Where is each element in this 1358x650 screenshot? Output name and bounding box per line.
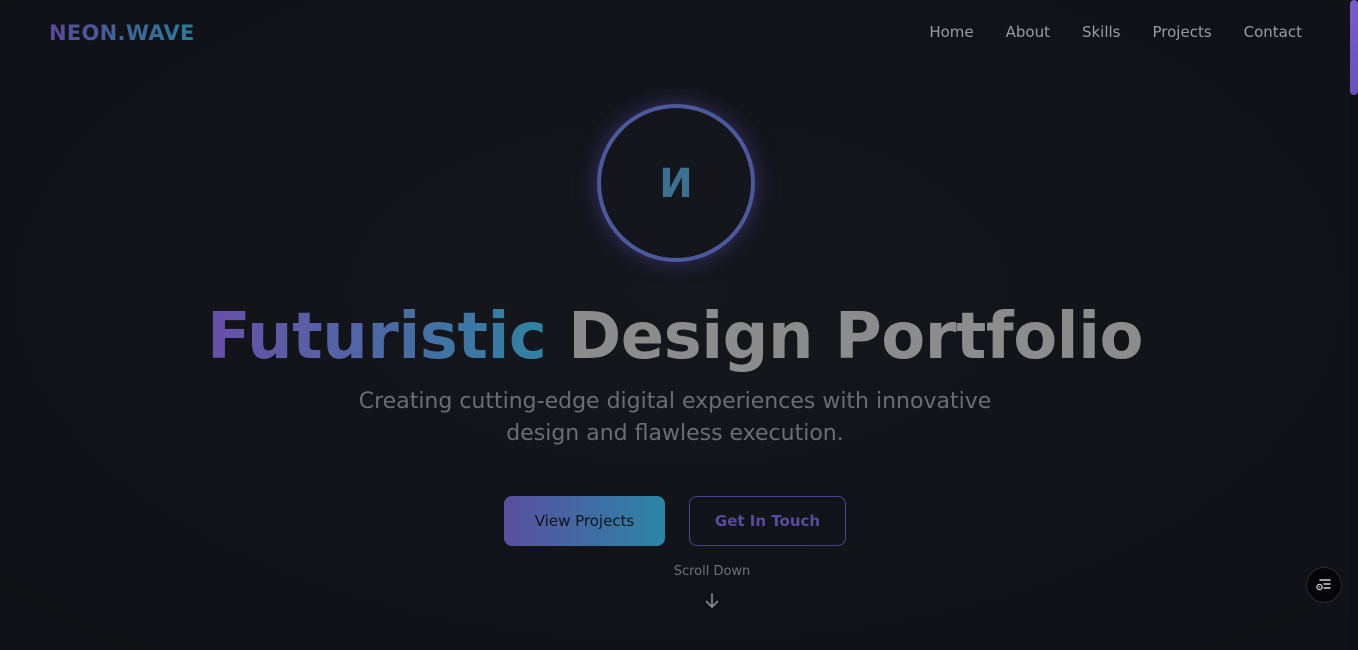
avatar-glyph: И <box>659 161 693 207</box>
nav-item-about[interactable]: About <box>1006 22 1050 42</box>
hero-title: Futuristic Design Portfolio <box>0 298 1350 376</box>
nav-item-contact[interactable]: Contact <box>1244 22 1302 42</box>
get-in-touch-button[interactable]: Get In Touch <box>689 496 846 546</box>
arrow-down-icon[interactable] <box>702 591 722 611</box>
scrollbar-thumb[interactable] <box>1350 0 1358 95</box>
scroll-down-label[interactable]: Scroll Down <box>662 564 762 579</box>
view-projects-button[interactable]: View Projects <box>504 496 665 546</box>
settings-list-icon <box>1316 579 1331 591</box>
scrollbar[interactable] <box>1350 0 1358 650</box>
brand-logo[interactable]: NEON.WAVE <box>49 20 195 46</box>
settings-widget-button[interactable] <box>1306 567 1342 603</box>
main-nav: Home About Skills Projects Contact <box>929 22 1302 42</box>
avatar-ring: И <box>597 104 755 262</box>
page: NEON.WAVE Home About Skills Projects Con… <box>0 0 1358 650</box>
hero-title-highlight: Futuristic <box>207 300 547 374</box>
nav-item-projects[interactable]: Projects <box>1153 22 1212 42</box>
hero-subtitle: Creating cutting-edge digital experience… <box>358 389 992 446</box>
nav-item-skills[interactable]: Skills <box>1082 22 1121 42</box>
nav-item-home[interactable]: Home <box>929 22 973 42</box>
hero-title-rest: Design Portfolio <box>568 300 1143 374</box>
